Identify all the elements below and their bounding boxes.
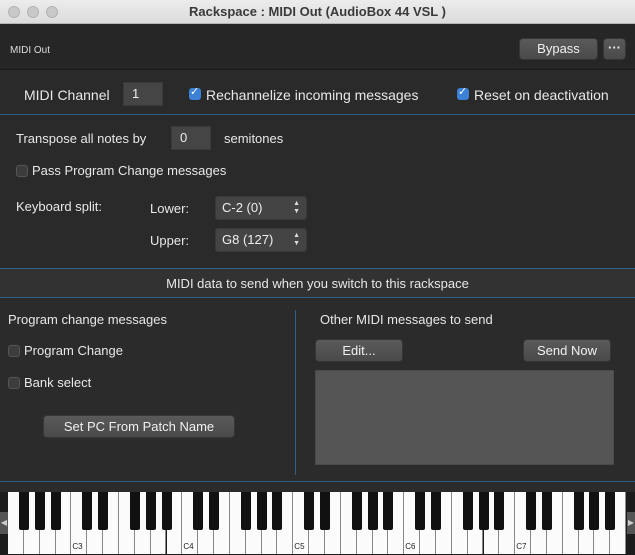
column-divider xyxy=(295,310,296,475)
black-key[interactable] xyxy=(193,492,204,530)
set-pc-from-patch-name-button[interactable]: Set PC From Patch Name xyxy=(43,415,235,438)
black-key[interactable] xyxy=(50,492,61,530)
black-key[interactable] xyxy=(415,492,426,530)
black-key[interactable] xyxy=(161,492,172,530)
plugin-name: MIDI Out xyxy=(10,45,51,56)
lower-split-value: C-2 (0) xyxy=(222,200,263,215)
octave-label: C4 xyxy=(183,542,194,551)
black-key[interactable] xyxy=(494,492,505,530)
keyboard-split-label: Keyboard split: xyxy=(16,199,102,214)
plugin-header: MIDI Out Bypass ··· xyxy=(0,24,635,70)
rechannelize-label: Rechannelize incoming messages xyxy=(206,87,419,103)
black-key[interactable] xyxy=(98,492,109,530)
black-key[interactable] xyxy=(430,492,441,530)
black-key[interactable] xyxy=(367,492,378,530)
divider xyxy=(0,114,635,115)
send-now-button[interactable]: Send Now xyxy=(523,339,611,362)
bypass-button-label: Bypass xyxy=(537,41,580,56)
send-now-button-label: Send Now xyxy=(537,343,597,358)
black-key[interactable] xyxy=(320,492,330,530)
black-key[interactable] xyxy=(209,492,220,530)
send-section-header: MIDI data to send when you switch to thi… xyxy=(0,268,635,298)
edit-button-label: Edit... xyxy=(342,343,376,358)
pass-program-change-label: Pass Program Change messages xyxy=(32,163,227,178)
pass-program-change-checkbox[interactable] xyxy=(16,165,28,177)
black-key[interactable] xyxy=(351,492,362,530)
edit-button[interactable]: Edit... xyxy=(315,339,403,362)
black-key[interactable] xyxy=(573,492,584,530)
window-title: Rackspace : MIDI Out (AudioBox 44 VSL ) xyxy=(189,4,446,19)
send-section-title: MIDI data to send when you switch to thi… xyxy=(166,276,469,291)
octave-label: C7 xyxy=(516,542,527,551)
black-key[interactable] xyxy=(240,492,251,530)
program-change-checkbox[interactable] xyxy=(8,345,20,357)
black-key[interactable] xyxy=(541,492,552,530)
reset-deactivation-label: Reset on deactivation xyxy=(474,87,609,103)
black-key[interactable] xyxy=(304,492,315,530)
more-icon: ··· xyxy=(608,40,621,55)
bank-select-checkbox[interactable] xyxy=(8,377,20,389)
select-arrows-icon: ▲ ▼ xyxy=(293,232,300,247)
scroll-right-icon[interactable]: ▶ xyxy=(627,512,635,534)
octave-label: C3 xyxy=(72,542,83,551)
upper-split-select[interactable]: G8 (127) ▲ ▼ xyxy=(215,228,307,252)
black-key[interactable] xyxy=(34,492,45,530)
black-key[interactable] xyxy=(82,492,93,530)
octave-label: C5 xyxy=(294,542,305,551)
upper-label: Upper: xyxy=(150,233,190,248)
title-bar: Rackspace : MIDI Out (AudioBox 44 VSL ) xyxy=(0,0,635,24)
midi-messages-textarea[interactable] xyxy=(315,370,614,465)
black-key[interactable] xyxy=(256,492,267,530)
rechannelize-checkbox[interactable] xyxy=(189,85,201,100)
scroll-left-icon[interactable]: ◀ xyxy=(0,512,8,534)
midi-channel-label: MIDI Channel xyxy=(24,87,110,103)
black-key[interactable] xyxy=(605,492,616,530)
piano-keyboard[interactable]: C3 C4 C5 C6 C7 ◀ ▶ xyxy=(0,492,635,555)
black-key[interactable] xyxy=(129,492,140,530)
black-key[interactable] xyxy=(526,492,537,530)
black-key[interactable] xyxy=(589,492,600,530)
transpose-label: Transpose all notes by xyxy=(16,131,147,146)
black-key[interactable] xyxy=(18,492,29,530)
reset-deactivation-checkbox[interactable] xyxy=(457,85,469,100)
black-key[interactable] xyxy=(478,492,489,530)
program-change-label: Program Change xyxy=(24,343,123,358)
lower-label: Lower: xyxy=(150,201,190,216)
bypass-button[interactable]: Bypass xyxy=(519,38,598,60)
select-arrows-icon: ▲ ▼ xyxy=(293,200,300,215)
black-key[interactable] xyxy=(272,492,283,530)
midi-channel-input[interactable]: 1 xyxy=(123,82,163,106)
black-key[interactable] xyxy=(462,492,473,530)
upper-split-value: G8 (127) xyxy=(222,232,274,247)
transpose-input[interactable]: 0 xyxy=(171,126,211,150)
black-key[interactable] xyxy=(145,492,156,530)
program-change-title: Program change messages xyxy=(8,312,167,327)
divider xyxy=(0,481,635,482)
set-pc-button-label: Set PC From Patch Name xyxy=(63,419,215,434)
other-midi-title: Other MIDI messages to send xyxy=(320,312,493,327)
more-options-button[interactable]: ··· xyxy=(603,38,626,60)
lower-split-select[interactable]: C-2 (0) ▲ ▼ xyxy=(215,196,307,220)
bank-select-label: Bank select xyxy=(24,375,92,390)
octave-label: C6 xyxy=(405,542,416,551)
semitones-label: semitones xyxy=(224,131,284,146)
black-key[interactable] xyxy=(383,492,394,530)
